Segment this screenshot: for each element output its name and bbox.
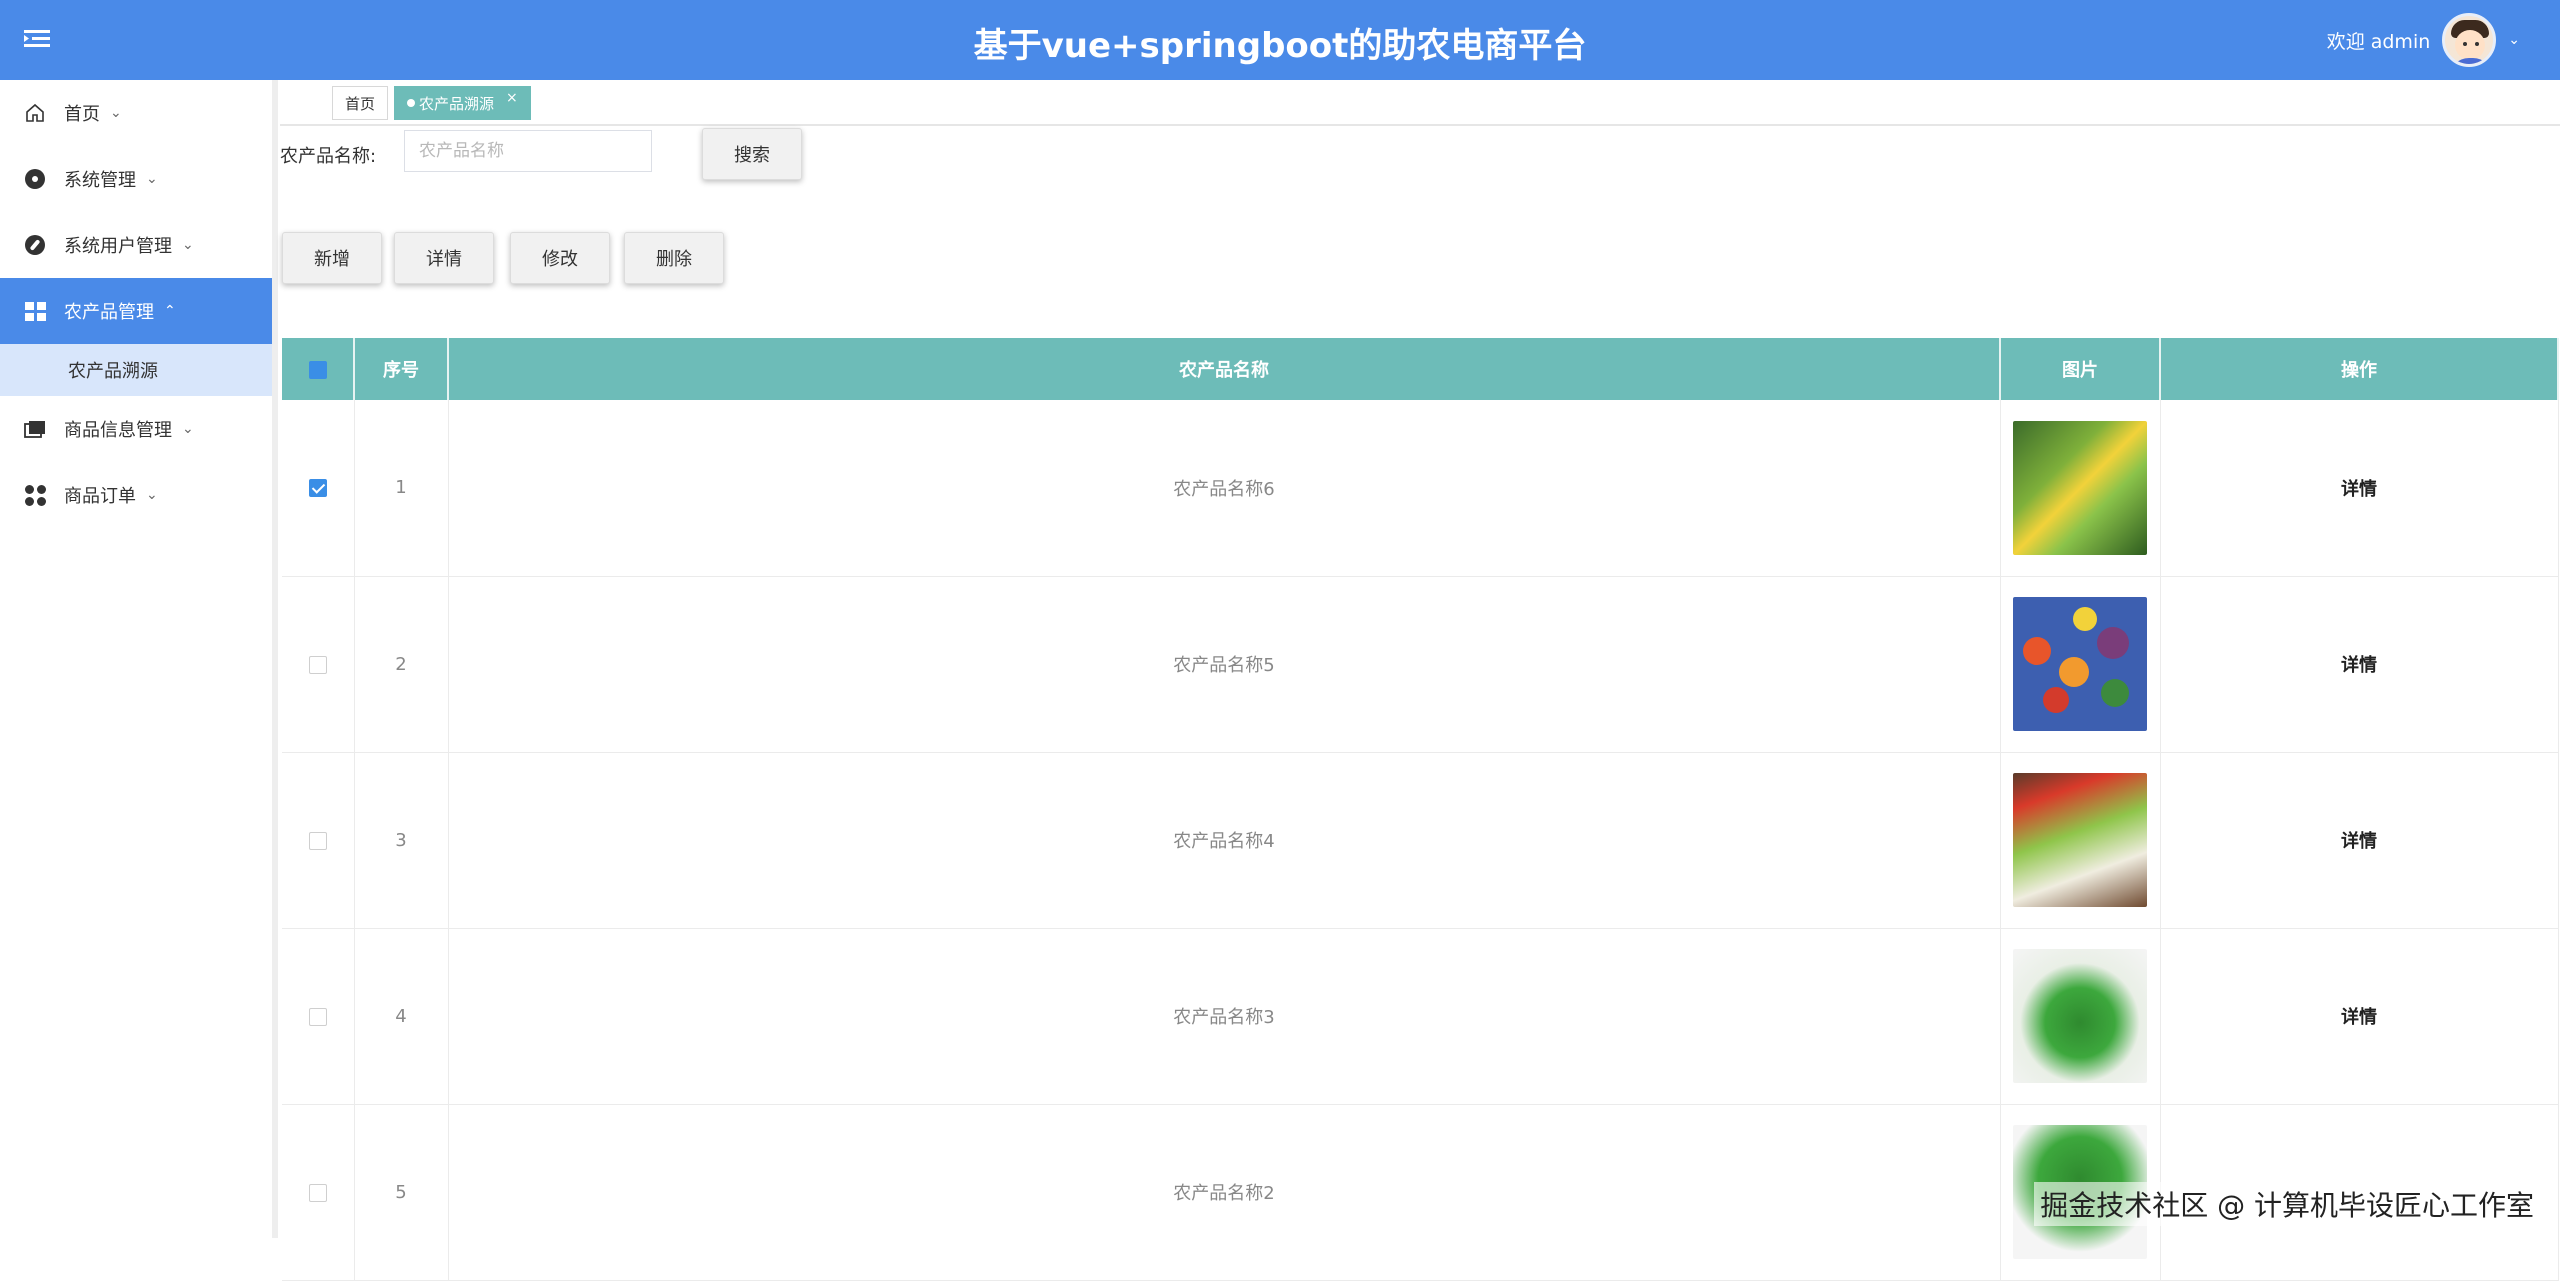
table-row[interactable]: 2 农产品名称5 详情 [282, 576, 2558, 752]
active-dot-icon [407, 99, 415, 107]
search-input[interactable] [404, 130, 652, 172]
top-header: 基于vue+springboot的助农电商平台 欢迎 admin ⌄ [0, 0, 2560, 80]
row-image-cell [2000, 928, 2160, 1104]
select-all-checkbox[interactable] [309, 361, 327, 379]
sidebar-item-system-users[interactable]: 系统用户管理 ⌄ [0, 212, 272, 278]
row-image-cell [2000, 400, 2160, 576]
breadcrumb-tabs: 首页 农产品溯源 × [280, 80, 2560, 126]
row-index: 3 [354, 752, 448, 928]
row-detail-link[interactable]: 详情 [2160, 928, 2558, 1104]
row-checkbox-cell [282, 400, 354, 576]
sidebar-item-system[interactable]: 系统管理 ⌄ [0, 146, 272, 212]
chevron-down-icon: ⌄ [146, 487, 158, 503]
user-menu[interactable]: 欢迎 admin ⌄ [2327, 10, 2520, 70]
row-index: 4 [354, 928, 448, 1104]
vegetables-image[interactable] [2013, 421, 2147, 555]
sidebar-item-goods-info[interactable]: 商品信息管理 ⌄ [0, 396, 272, 462]
search-label: 农产品名称: [280, 142, 376, 168]
row-index: 1 [354, 400, 448, 576]
page-title: 基于vue+springboot的助农电商平台 [0, 18, 2560, 67]
table-header-row: 序号 农产品名称 图片 操作 [282, 338, 2558, 400]
row-detail-link[interactable]: 详情 [2160, 400, 2558, 576]
column-header-index: 序号 [354, 338, 448, 400]
row-checkbox[interactable] [309, 1184, 327, 1202]
row-checkbox-cell [282, 752, 354, 928]
sidebar-item-orders[interactable]: 商品订单 ⌄ [0, 462, 272, 528]
row-product-name: 农产品名称3 [448, 928, 2000, 1104]
watermark: 掘金技术社区 @ 计算机毕设匠心工作室 [2034, 1182, 2540, 1226]
edit-button[interactable]: 修改 [510, 232, 610, 284]
tab-home[interactable]: 首页 [332, 86, 388, 120]
chevron-down-icon[interactable]: ⌄ [2508, 32, 2520, 48]
menu-toggle-icon[interactable] [20, 22, 54, 56]
vegetables-image[interactable] [2013, 773, 2147, 907]
row-product-name: 农产品名称5 [448, 576, 2000, 752]
sidebar: 首页 ⌄ 系统管理 ⌄ 系统用户管理 ⌄ 农产品管理 ⌃ 农产品溯源 商品信息管… [0, 80, 278, 1238]
sidebar-item-label: 商品信息管理 [64, 416, 172, 442]
row-detail-link[interactable]: 详情 [2160, 752, 2558, 928]
settings-dot-icon [24, 168, 46, 190]
row-product-name: 农产品名称6 [448, 400, 2000, 576]
chevron-down-icon: ⌄ [110, 105, 122, 121]
sidebar-subitem-traceability[interactable]: 农产品溯源 [0, 344, 272, 396]
sidebar-item-home[interactable]: 首页 ⌄ [0, 80, 272, 146]
sidebar-item-label: 商品订单 [64, 482, 136, 508]
grid-icon [24, 300, 46, 322]
add-button[interactable]: 新增 [282, 232, 382, 284]
row-checkbox-cell [282, 1104, 354, 1280]
row-checkbox-cell [282, 576, 354, 752]
row-product-name: 农产品名称4 [448, 752, 2000, 928]
row-checkbox[interactable] [309, 656, 327, 674]
row-checkbox-cell [282, 928, 354, 1104]
row-detail-link[interactable]: 详情 [2160, 576, 2558, 752]
row-checkbox[interactable] [309, 1008, 327, 1026]
chevron-down-icon: ⌄ [182, 421, 194, 437]
sidebar-item-label: 系统用户管理 [64, 232, 172, 258]
row-index: 2 [354, 576, 448, 752]
row-product-name: 农产品名称2 [448, 1104, 2000, 1280]
close-icon[interactable]: × [506, 90, 518, 106]
chevron-up-icon: ⌃ [164, 303, 176, 319]
table-row[interactable]: 4 农产品名称3 详情 [282, 928, 2558, 1104]
sidebar-item-products[interactable]: 农产品管理 ⌃ [0, 278, 272, 344]
welcome-text: 欢迎 admin [2327, 27, 2431, 54]
clover-icon [24, 484, 46, 506]
delete-button[interactable]: 删除 [624, 232, 724, 284]
vegetables-image[interactable] [2013, 597, 2147, 731]
sidebar-item-label: 农产品管理 [64, 298, 154, 324]
sidebar-item-label: 系统管理 [64, 166, 136, 192]
row-image-cell [2000, 752, 2160, 928]
column-header-action: 操作 [2160, 338, 2558, 400]
tab-traceability[interactable]: 农产品溯源 × [394, 86, 531, 120]
select-all-cell [282, 338, 354, 400]
row-checkbox[interactable] [309, 832, 327, 850]
column-header-image: 图片 [2000, 338, 2160, 400]
detail-button[interactable]: 详情 [394, 232, 494, 284]
tab-label: 农产品溯源 [419, 93, 494, 114]
chevron-down-icon: ⌄ [146, 171, 158, 187]
home-icon [24, 102, 46, 124]
compass-icon [24, 234, 46, 256]
column-header-name: 农产品名称 [448, 338, 2000, 400]
table-row[interactable]: 3 农产品名称4 详情 [282, 752, 2558, 928]
folder-icon [24, 418, 46, 440]
avatar[interactable] [2442, 13, 2496, 67]
row-index: 5 [354, 1104, 448, 1280]
products-table: 序号 农产品名称 图片 操作 1 农产品名称6 详情 2 农产品名称5 [282, 338, 2559, 1281]
table-row[interactable]: 1 农产品名称6 详情 [282, 400, 2558, 576]
vegetables-image[interactable] [2013, 949, 2147, 1083]
sidebar-item-label: 首页 [64, 100, 100, 126]
search-button[interactable]: 搜索 [702, 128, 802, 180]
row-image-cell [2000, 576, 2160, 752]
row-checkbox[interactable] [309, 479, 327, 497]
chevron-down-icon: ⌄ [182, 237, 194, 253]
